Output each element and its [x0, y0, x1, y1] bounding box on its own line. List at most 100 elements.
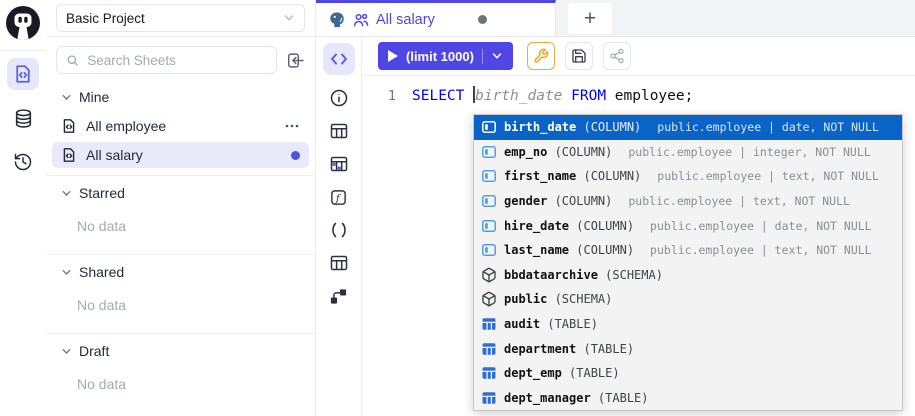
chevron-down-icon — [61, 267, 72, 278]
suggest-kind: (COLUMN) — [576, 219, 634, 233]
suggest-kind: (COLUMN) — [576, 243, 634, 257]
suggest-item[interactable]: first_name (COLUMN) public.employee | te… — [474, 164, 902, 189]
bytebase-logo — [5, 5, 41, 41]
save-icon — [571, 48, 587, 64]
editor-icon-strip: f — [316, 37, 362, 416]
table-filled-icon — [481, 316, 497, 332]
rail-history-button[interactable] — [7, 146, 39, 178]
rail-divider — [0, 50, 46, 51]
code-content: SELECTbirth_dateFROMemployee; — [412, 86, 693, 104]
run-separator — [482, 49, 483, 64]
collapse-panel-button[interactable] — [286, 51, 305, 70]
suggest-item[interactable]: last_name (COLUMN) public.employee | tex… — [474, 238, 902, 263]
users-icon — [353, 12, 369, 28]
suggest-detail: public.employee | text, NOT NULL — [628, 194, 850, 208]
sheet-item-all-employee[interactable]: All employee — [52, 113, 309, 139]
sheet-item-label: All salary — [86, 147, 143, 163]
strip-parentheses-button[interactable] — [329, 220, 349, 240]
table-filled-icon — [481, 390, 497, 406]
section-header-draft[interactable]: Draft — [46, 334, 315, 364]
section-label: Draft — [79, 343, 109, 359]
strip-code-button[interactable] — [323, 43, 355, 75]
strip-function-button[interactable]: f — [329, 187, 348, 207]
strip-schema-diagram-button[interactable] — [329, 286, 348, 306]
suggest-label: birth_date — [504, 120, 576, 134]
suggest-item[interactable]: audit (TABLE) — [474, 312, 902, 337]
section-label: Mine — [79, 89, 109, 105]
empty-state: No data — [46, 206, 315, 247]
section-header-mine[interactable]: Mine — [46, 80, 315, 110]
search-box — [56, 46, 277, 74]
suggest-label: first_name — [504, 169, 576, 183]
suggest-item[interactable]: birth_date (COLUMN) public.employee | da… — [474, 115, 902, 140]
search-input[interactable] — [85, 52, 267, 69]
suggest-item[interactable]: emp_no (COLUMN) public.employee | intege… — [474, 140, 902, 165]
chevron-down-icon — [283, 12, 295, 24]
suggest-kind: (COLUMN) — [555, 194, 613, 208]
more-button[interactable] — [284, 118, 300, 134]
suggest-item[interactable]: gender (COLUMN) public.employee | text, … — [474, 189, 902, 214]
bytebase-sql-editor: Basic Project Mine All employee — [0, 0, 915, 416]
column-icon — [481, 144, 497, 160]
strip-table-button[interactable] — [329, 121, 349, 141]
suggest-label: dept_manager — [504, 391, 591, 405]
section-header-shared[interactable]: Shared — [46, 255, 315, 285]
suggest-item[interactable]: dept_emp (TABLE) — [474, 361, 902, 386]
suggest-label: bbdataarchive — [504, 268, 598, 282]
schema-cube-icon — [481, 291, 497, 307]
suggest-label: hire_date — [504, 219, 569, 233]
suggest-kind: (SCHEMA) — [605, 268, 663, 282]
empty-state: No data — [46, 364, 315, 405]
run-query-button[interactable]: (limit 1000) — [378, 42, 513, 70]
suggest-item[interactable]: department (TABLE) — [474, 336, 902, 361]
sheet-code-icon — [61, 118, 77, 134]
collapse-panel-icon — [286, 51, 305, 70]
share-button[interactable] — [603, 42, 631, 70]
code-line-1: 1 SELECTbirth_dateFROMemployee; — [362, 76, 915, 106]
table-icon — [329, 253, 349, 273]
column-icon — [481, 119, 497, 135]
rail-databases-button[interactable] — [7, 102, 39, 134]
suggest-label: last_name — [504, 243, 569, 257]
postgres-icon — [328, 11, 346, 29]
suggest-item[interactable]: public (SCHEMA) — [474, 287, 902, 312]
chevron-down-icon — [61, 346, 72, 357]
suggest-item[interactable]: bbdataarchive (SCHEMA) — [474, 263, 902, 288]
suggest-item[interactable]: hire_date (COLUMN) public.employee | dat… — [474, 213, 902, 238]
suggest-label: department — [504, 342, 576, 356]
section-label: Shared — [79, 264, 124, 280]
sheet-item-all-salary[interactable]: All salary — [52, 142, 309, 168]
search-row — [46, 37, 315, 80]
strip-table-data-button[interactable] — [329, 154, 349, 174]
strip-info-button[interactable] — [329, 88, 349, 108]
sheet-item-label: All employee — [86, 118, 166, 134]
project-selector[interactable]: Basic Project — [56, 4, 305, 32]
rail-sheets-button[interactable] — [7, 58, 39, 90]
svg-text:f: f — [335, 192, 342, 204]
play-icon — [388, 50, 398, 62]
table-filled-icon — [481, 365, 497, 381]
strip-table2-button[interactable] — [329, 253, 349, 273]
share-icon — [609, 48, 625, 64]
suggest-kind: (SCHEMA) — [555, 292, 613, 306]
tab-all-salary[interactable]: All salary — [316, 0, 556, 36]
section-header-starred[interactable]: Starred — [46, 176, 315, 206]
save-button[interactable] — [565, 42, 593, 70]
table-filled-icon — [481, 341, 497, 357]
schema-diagram-icon — [329, 287, 348, 306]
suggest-detail: public.employee | text, NOT NULL — [657, 169, 879, 183]
autocomplete-dropdown: birth_date (COLUMN) public.employee | da… — [473, 114, 903, 411]
column-icon — [481, 193, 497, 209]
tab-unsaved-dot — [478, 15, 487, 24]
sheets-sidebar: Basic Project Mine All employee — [46, 0, 316, 416]
table-icon — [329, 121, 349, 141]
ghost-suggestion: birth_date — [475, 88, 562, 104]
chevron-down-icon — [491, 50, 503, 62]
suggest-item[interactable]: dept_manager (TABLE) — [474, 386, 902, 411]
history-icon — [13, 152, 33, 172]
left-rail — [0, 0, 47, 416]
new-tab-button[interactable]: + — [568, 3, 612, 34]
format-sql-button[interactable] — [527, 42, 555, 70]
chevron-down-icon — [61, 92, 72, 103]
tab-title: All salary — [376, 12, 435, 28]
